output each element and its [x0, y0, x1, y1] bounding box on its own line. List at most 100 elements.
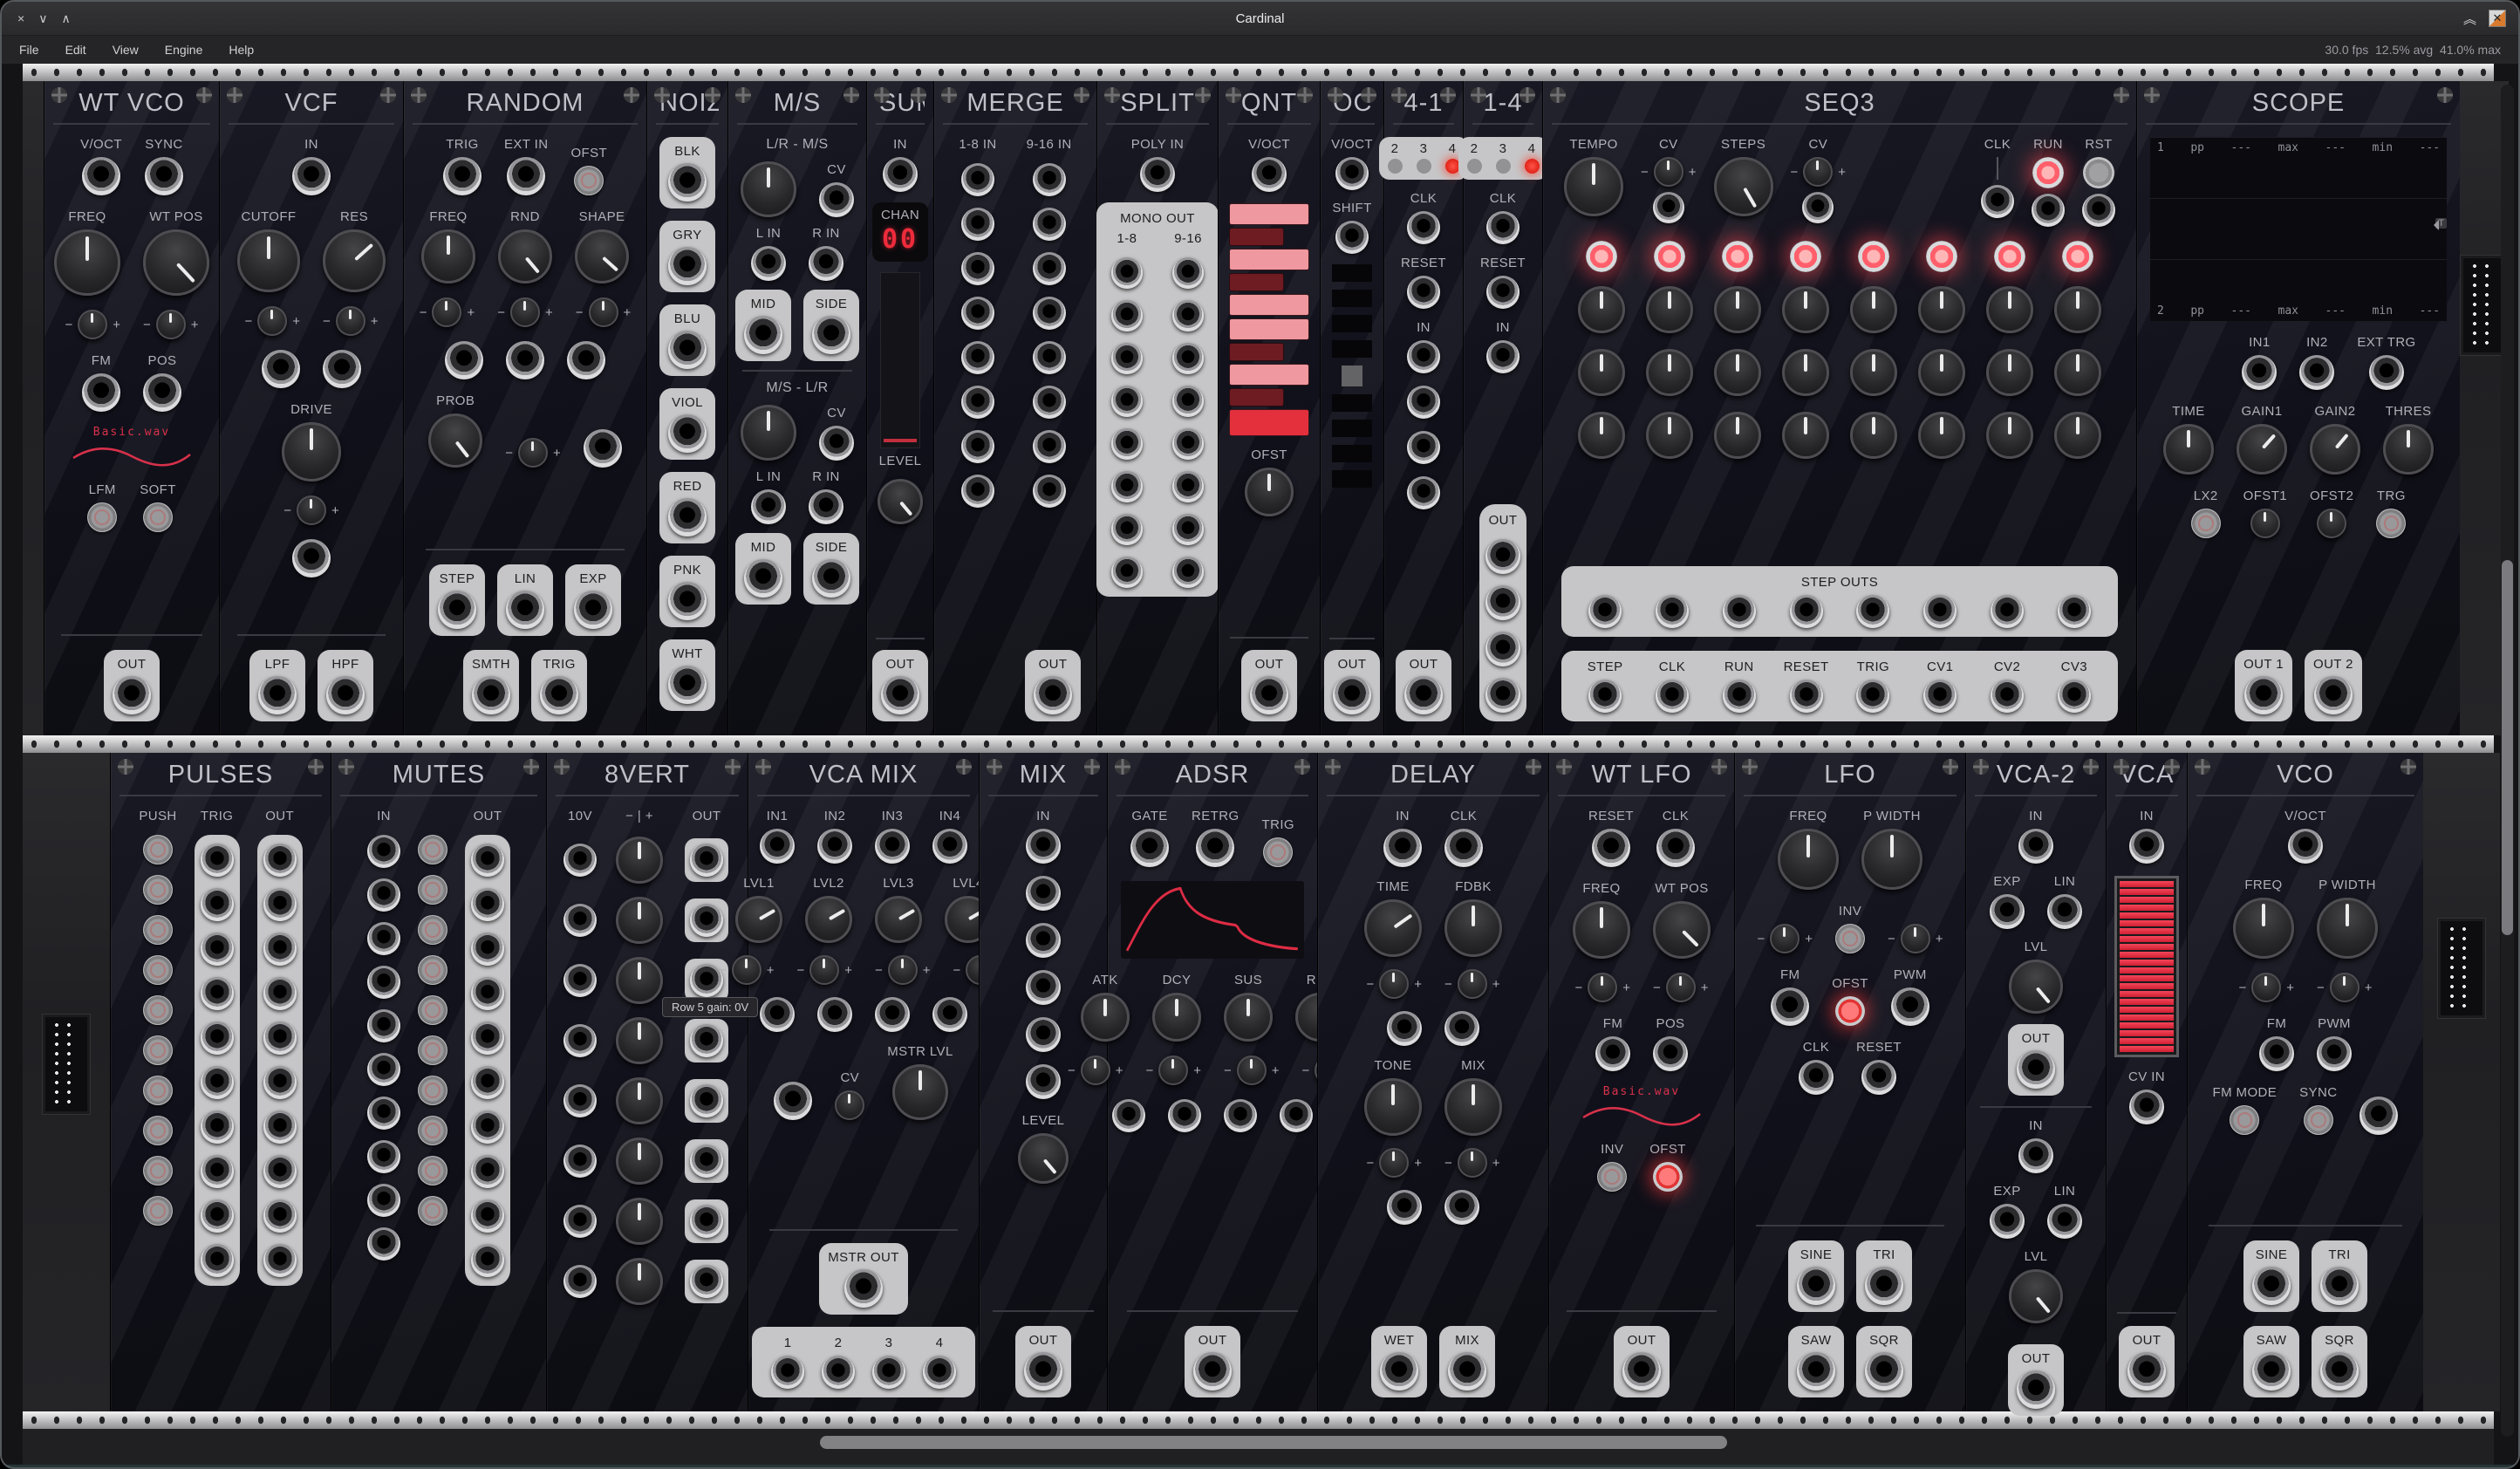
- seq-knob[interactable]: [1918, 286, 1965, 333]
- button-soft[interactable]: [143, 502, 173, 532]
- port-l-in[interactable]: [751, 489, 786, 524]
- port-jack[interactable]: [201, 1066, 234, 1099]
- seq-knob[interactable]: [1918, 349, 1965, 396]
- port-v-oct[interactable]: [1252, 157, 1287, 192]
- knob-ofst1[interactable]: [2250, 509, 2280, 538]
- selector-led[interactable]: [1496, 159, 1511, 174]
- knob-gain2[interactable]: [2310, 424, 2360, 475]
- input-port[interactable]: [563, 1024, 597, 1057]
- port-1-8-4[interactable]: [1111, 386, 1143, 417]
- port-jack[interactable]: [367, 878, 400, 912]
- reset-led[interactable]: [2083, 157, 2114, 188]
- selector-led[interactable]: [1525, 159, 1540, 174]
- attenuverter-knob[interactable]: [1158, 1056, 1188, 1085]
- port-jack[interactable]: [201, 1155, 234, 1188]
- output-port-side[interactable]: [812, 559, 850, 598]
- button-ofst[interactable]: [1835, 996, 1865, 1026]
- gain-knob[interactable]: [616, 1017, 663, 1064]
- port-clk[interactable]: [1486, 211, 1520, 244]
- seq-knob[interactable]: [1850, 349, 1897, 396]
- port-jack[interactable]: [263, 1155, 297, 1188]
- push-button[interactable]: [143, 1196, 173, 1226]
- output-port[interactable]: [690, 1265, 723, 1298]
- push-button[interactable]: [418, 1156, 447, 1185]
- octave-step[interactable]: [1332, 445, 1372, 462]
- port-jack[interactable]: [263, 888, 297, 921]
- button-ofst[interactable]: [1653, 1162, 1683, 1192]
- port-9-16-in-4[interactable]: [1033, 297, 1066, 330]
- port-in[interactable]: [2018, 829, 2053, 864]
- knob-knob[interactable]: [878, 479, 923, 524]
- port-in[interactable]: [292, 157, 331, 195]
- port-clk[interactable]: [1981, 185, 2014, 218]
- port-9-16-8[interactable]: [1172, 557, 1204, 588]
- step-out-port[interactable]: [1723, 595, 1756, 628]
- attenuverter-knob[interactable]: [2251, 973, 2281, 1002]
- output-port-mstr-out[interactable]: [844, 1269, 883, 1308]
- port-cv3[interactable]: [2058, 680, 2091, 713]
- output-port-saw[interactable]: [1797, 1352, 1835, 1390]
- knob-lvl1[interactable]: [735, 896, 782, 943]
- port-jack[interactable]: [471, 1199, 504, 1233]
- port-reset[interactable]: [1486, 276, 1520, 309]
- push-button[interactable]: [418, 1076, 447, 1105]
- port-lin[interactable]: [2047, 1204, 2082, 1239]
- knob-tempo[interactable]: [1564, 157, 1623, 216]
- attenuverter-knob[interactable]: [1237, 1056, 1267, 1085]
- push-button[interactable]: [418, 995, 447, 1025]
- port-in[interactable]: [1486, 340, 1520, 373]
- button-fm-mode[interactable]: [2230, 1105, 2259, 1135]
- port-v-oct[interactable]: [1335, 157, 1369, 190]
- knob-mix[interactable]: [1444, 1078, 1502, 1136]
- output-port-lpf[interactable]: [258, 676, 297, 714]
- port-ext-in[interactable]: [507, 157, 545, 195]
- port-cv2[interactable]: [1991, 680, 2024, 713]
- port-9-16-in-8[interactable]: [1033, 475, 1066, 508]
- port-steps-cv[interactable]: [1802, 192, 1834, 223]
- seq-knob[interactable]: [1850, 412, 1897, 459]
- knob-freq[interactable]: [1573, 901, 1630, 959]
- step-led[interactable]: [1722, 241, 1753, 272]
- push-button[interactable]: [143, 1156, 173, 1185]
- port-jack[interactable]: [471, 888, 504, 921]
- button-ofst[interactable]: [574, 166, 604, 195]
- knob-wt-pos[interactable]: [143, 229, 209, 296]
- vertical-scrollbar-thumb[interactable]: [2502, 560, 2513, 935]
- octave-step[interactable]: [1332, 290, 1372, 307]
- port-trig[interactable]: [1856, 680, 1889, 713]
- piano-key-white[interactable]: [1229, 249, 1309, 270]
- selector-led[interactable]: [1388, 159, 1403, 174]
- octave-step[interactable]: [1332, 420, 1372, 437]
- port-jack[interactable]: [471, 844, 504, 877]
- port-1-8-in-4[interactable]: [961, 297, 994, 330]
- port-in[interactable]: [883, 157, 918, 192]
- port-clk[interactable]: [1444, 829, 1483, 867]
- port-9-16-in-6[interactable]: [1033, 386, 1066, 419]
- port-jack[interactable]: [263, 933, 297, 966]
- port-pos[interactable]: [1653, 1036, 1688, 1071]
- knob-steps[interactable]: [1714, 157, 1773, 216]
- push-button[interactable]: [418, 1196, 447, 1226]
- step-led[interactable]: [1586, 241, 1617, 272]
- output-port-sine[interactable]: [1797, 1267, 1835, 1305]
- output-port-2[interactable]: [1485, 585, 1520, 620]
- output-port[interactable]: [690, 1144, 723, 1178]
- gain-knob[interactable]: [616, 1198, 663, 1245]
- port-in1[interactable]: [2242, 355, 2277, 390]
- port-jack[interactable]: [471, 1110, 504, 1144]
- port-2[interactable]: [822, 1356, 855, 1389]
- attenuverter-knob[interactable]: [1803, 157, 1833, 187]
- attenuverter-knob[interactable]: [336, 306, 365, 336]
- port-jack[interactable]: [201, 844, 234, 877]
- port-jack[interactable]: [471, 1021, 504, 1055]
- attenuverter-knob[interactable]: [297, 495, 326, 525]
- step-led[interactable]: [1858, 241, 1889, 272]
- attenuverter-knob[interactable]: [888, 955, 918, 985]
- port-in3[interactable]: [875, 829, 910, 864]
- output-port-out[interactable]: [1622, 1352, 1661, 1390]
- menu-item-file[interactable]: File: [19, 43, 39, 57]
- step-out-port[interactable]: [1790, 595, 1823, 628]
- knob-res[interactable]: [323, 229, 386, 292]
- attenuverter-knob[interactable]: [1588, 973, 1617, 1002]
- port-jack[interactable]: [367, 1053, 400, 1086]
